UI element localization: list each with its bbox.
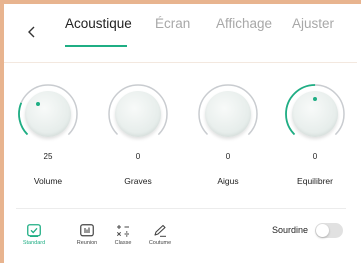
mode-reunion-label: Reunion — [76, 240, 98, 246]
aigus-value: 0 — [225, 152, 231, 161]
volume-knob-indicator — [36, 102, 40, 106]
mode-standard-label: Standard — [22, 240, 46, 246]
equilibrer-value: 0 — [312, 152, 318, 161]
equilibrer-knob-indicator — [313, 97, 317, 101]
mode-classe[interactable]: Classe — [103, 223, 143, 246]
tab-acoustique[interactable]: Acoustique — [65, 16, 132, 31]
volume-label: Volume — [33, 176, 63, 186]
mute-toggle[interactable] — [315, 223, 343, 238]
aigus-label: Aigus — [217, 176, 239, 186]
equilibrer-label: Equilibrer — [297, 176, 333, 186]
chevron-left-icon — [28, 26, 35, 38]
mode-classe-label: Classe — [114, 240, 132, 246]
mute-label: Sourdine — [272, 225, 309, 235]
tab-ajuster[interactable]: Ajuster — [292, 16, 334, 31]
volume-knob[interactable] — [17, 83, 79, 145]
check-icon — [27, 223, 42, 237]
settings-panel: Acoustique Écran Affichage Ajuster 25 Vo… — [4, 4, 357, 263]
math-icon — [116, 223, 131, 237]
mode-standard[interactable]: Standard — [14, 223, 54, 246]
tab-affichage[interactable]: Affichage — [216, 16, 272, 31]
equilibrer-knob[interactable] — [284, 83, 346, 145]
header-divider — [4, 62, 357, 63]
footer-divider — [16, 208, 346, 209]
mode-coutume[interactable]: Coutume — [140, 223, 180, 246]
graves-value: 0 — [135, 152, 141, 161]
mode-coutume-label: Coutume — [148, 240, 172, 246]
tab-ecran[interactable]: Écran — [155, 16, 190, 31]
active-tab-indicator — [65, 45, 127, 47]
volume-value: 25 — [43, 152, 53, 161]
bars-icon — [80, 223, 95, 237]
mute-toggle-knob — [316, 224, 329, 237]
graves-label: Graves — [124, 176, 152, 186]
mode-reunion[interactable]: Reunion — [67, 223, 107, 246]
aigus-knob[interactable] — [197, 83, 259, 145]
graves-knob[interactable] — [107, 83, 169, 145]
pen-icon — [153, 223, 168, 237]
back-button[interactable] — [22, 22, 42, 42]
